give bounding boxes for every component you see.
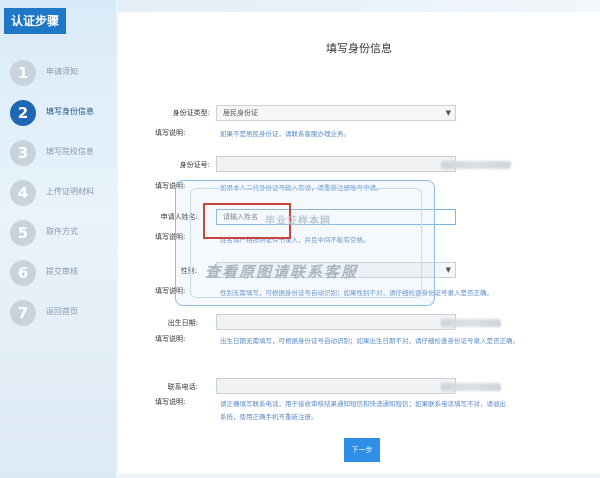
step-label: 上传证明材料 bbox=[46, 187, 94, 196]
step-number: 1 bbox=[10, 60, 36, 86]
sidebar-divider bbox=[116, 0, 118, 478]
step-label: 返回首页 bbox=[46, 307, 78, 316]
id-number-redacted bbox=[441, 161, 511, 169]
step-5[interactable]: 5 取件方式 bbox=[8, 218, 118, 248]
step-label: 取件方式 bbox=[46, 227, 78, 236]
id-number-field bbox=[216, 156, 511, 172]
page-title: 填写身份信息 bbox=[326, 42, 392, 55]
birth-date-note-label: 填写说明: bbox=[155, 335, 186, 343]
step-4[interactable]: 4 上传证明材料 bbox=[8, 178, 118, 208]
step-label: 提交审核 bbox=[46, 267, 78, 276]
step-label: 申请须知 bbox=[46, 67, 78, 76]
id-type-value: 居民身份证 bbox=[223, 109, 258, 117]
birth-date-label: 出生日期: bbox=[167, 319, 198, 327]
step-number: 6 bbox=[10, 260, 36, 286]
step-number: 5 bbox=[10, 220, 36, 246]
step-number: 7 bbox=[10, 300, 36, 326]
chevron-down-icon: ▼ bbox=[445, 266, 451, 274]
id-type-note: 如果不是居民身份证，请联系客服办理业务。 bbox=[220, 130, 350, 138]
phone-label: 联系电话: bbox=[167, 383, 198, 391]
phone-note-line1: 请正确填写联系电话，用于接收审核结果通知短信和快递通知短信；如果联系电话填写不对… bbox=[220, 400, 506, 408]
step-label: 填写院校信息 bbox=[46, 147, 94, 156]
step-7[interactable]: 7 返回首页 bbox=[8, 298, 118, 328]
top-band bbox=[118, 0, 600, 12]
id-number-label: 身份证号: bbox=[179, 161, 210, 169]
step-number: 2 bbox=[10, 100, 36, 126]
birth-date-field bbox=[216, 314, 501, 330]
watermark-text: 毕业证样本网 bbox=[265, 216, 331, 227]
step-label: 填写身份信息 bbox=[46, 107, 94, 116]
phone-note-label: 填写说明: bbox=[155, 398, 186, 406]
phone-redacted bbox=[441, 383, 501, 391]
sidebar: 认证步骤 1 申请须知 2 填写身份信息 3 填写院校信息 4 上传证明材料 5… bbox=[0, 0, 118, 478]
id-type-select[interactable]: 居民身份证 ▼ bbox=[216, 105, 456, 121]
step-number: 3 bbox=[10, 140, 36, 166]
bottom-band bbox=[118, 474, 600, 478]
watermark-text-large: 查看原图请联系客服 bbox=[205, 263, 359, 281]
birth-date-note: 出生日期无需填写，可根据身份证号自动识别；如果出生日期不对，请仔细检查身份证号录… bbox=[220, 337, 519, 345]
step-number: 4 bbox=[10, 180, 36, 206]
birth-date-redacted bbox=[441, 319, 501, 327]
step-2[interactable]: 2 填写身份信息 bbox=[8, 98, 118, 128]
next-button[interactable]: 下一步 bbox=[344, 438, 380, 462]
chevron-down-icon: ▼ bbox=[445, 109, 451, 117]
id-type-note-label: 填写说明: bbox=[155, 129, 186, 137]
phone-note-line2: 系统，使用正确手机号重新注册。 bbox=[220, 413, 318, 421]
sidebar-header: 认证步骤 bbox=[4, 8, 66, 34]
id-type-label: 身份证类型: bbox=[172, 109, 210, 117]
phone-field bbox=[216, 378, 501, 394]
step-1[interactable]: 1 申请须知 bbox=[8, 58, 118, 88]
step-6[interactable]: 6 提交审核 bbox=[8, 258, 118, 288]
step-3[interactable]: 3 填写院校信息 bbox=[8, 138, 118, 168]
